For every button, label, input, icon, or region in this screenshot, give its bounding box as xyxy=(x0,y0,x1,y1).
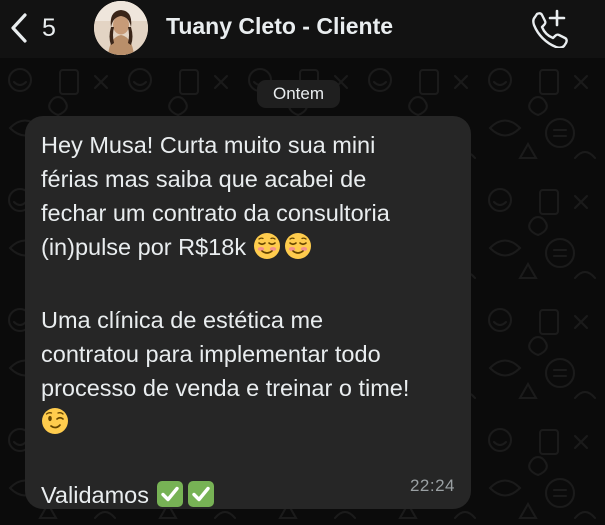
message-line-with-emoji: (in)pulse por R$18k xyxy=(41,230,455,269)
message-text: (in)pulse por R$18k xyxy=(41,234,247,260)
message-line: contratou para implementar todo xyxy=(41,341,381,367)
smiling-face-emoji xyxy=(253,232,281,269)
chat-screen: 5 Tuany Cleto - Cliente Ontem Hey Musa! xyxy=(0,0,605,525)
incoming-message-bubble[interactable]: Hey Musa! Curta muito sua mini férias ma… xyxy=(25,116,471,509)
date-separator: Ontem xyxy=(257,80,341,108)
contact-avatar[interactable] xyxy=(94,1,148,55)
add-call-button[interactable] xyxy=(528,8,568,49)
winking-face-emoji xyxy=(41,407,69,444)
unread-count: 5 xyxy=(42,13,57,42)
message-timestamp: 22:24 xyxy=(409,476,455,495)
chat-header: 5 Tuany Cleto - Cliente xyxy=(0,0,605,58)
message-text: Validamos xyxy=(41,482,149,508)
message-line-with-emoji: Validamos xyxy=(41,478,455,517)
check-mark-button-emoji xyxy=(187,480,215,517)
phone-plus-icon xyxy=(532,9,568,49)
message-line-emoji-only xyxy=(41,405,455,444)
chevron-left-icon xyxy=(11,13,27,43)
message-line: fechar um contrato da consultoria xyxy=(41,200,390,226)
message-line: férias mas saiba que acabei de xyxy=(41,166,367,192)
message-line: processo de venda e treinar o time! xyxy=(41,375,410,401)
message-line: Uma clínica de estética me xyxy=(41,307,324,333)
smiling-face-emoji xyxy=(284,232,312,269)
message-line: Hey Musa! Curta muito sua mini xyxy=(41,132,376,158)
avatar-photo xyxy=(94,1,148,55)
back-button[interactable]: 5 xyxy=(10,8,56,48)
contact-name[interactable]: Tuany Cleto - Cliente xyxy=(166,13,393,40)
check-mark-button-emoji xyxy=(156,480,184,517)
